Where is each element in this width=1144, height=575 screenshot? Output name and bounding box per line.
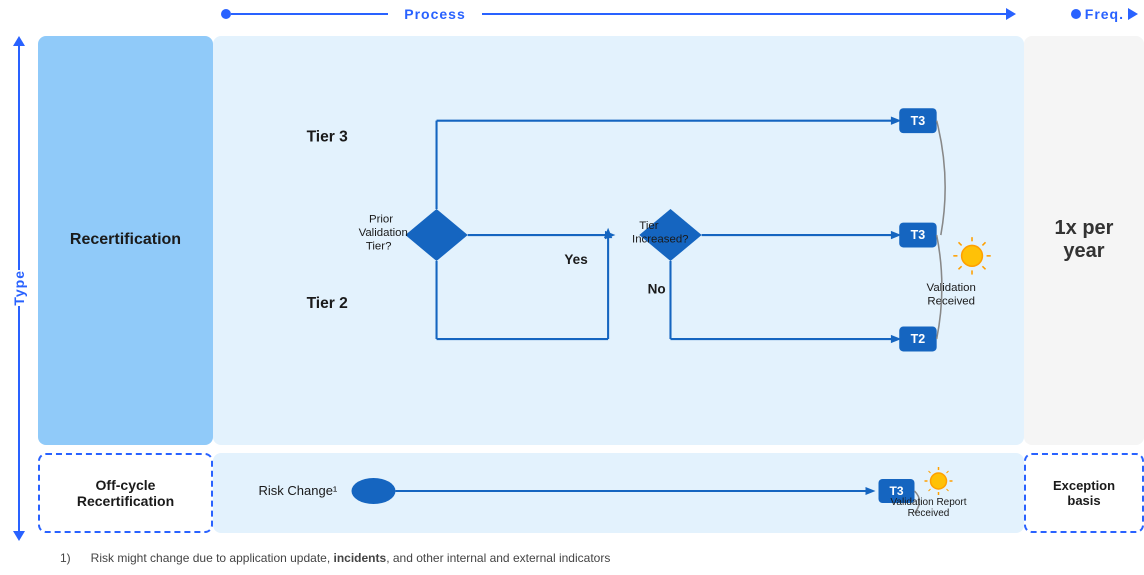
freq-col: 1x peryear Exceptionbasis <box>1024 28 1144 541</box>
vr-ray7 <box>929 489 931 491</box>
type-arrow-down <box>13 531 25 541</box>
no-label: No <box>648 281 666 296</box>
validation-report-icon <box>931 473 947 489</box>
brace-right <box>937 121 945 235</box>
type-axis: Type <box>0 28 38 541</box>
vr-ray5 <box>929 471 931 473</box>
val-report-text1: Validation Report <box>891 497 967 508</box>
freq-arrow-head <box>1128 8 1138 20</box>
validation-received-text2: Received <box>927 296 975 308</box>
arrow-offcycle <box>866 487 876 495</box>
type-arrow-up <box>13 36 25 46</box>
footer: 1) Risk might change due to application … <box>0 541 1144 575</box>
type-arrow-line <box>18 46 20 270</box>
process-label: Process <box>404 6 465 22</box>
recert-box: Recertification <box>38 36 213 445</box>
val-report-text2: Received <box>908 508 950 519</box>
prior-validation-diamond <box>405 209 467 261</box>
offcycle-label: Off-cycleRecertification <box>77 477 174 509</box>
diagram-col: Tier 3 Tier 2 Prior Validation Tier? <box>213 28 1024 541</box>
freq-label: Freq. <box>1085 6 1124 22</box>
ray6 <box>982 266 985 269</box>
flow-area: Tier 3 Tier 2 Prior Validation Tier? <box>213 36 1024 445</box>
t3-badge-mid-text: T3 <box>911 228 926 242</box>
process-axis-container: Process <box>213 6 1024 22</box>
offcycle-box: Off-cycleRecertification <box>38 453 213 533</box>
validation-received-text1: Validation <box>927 282 976 294</box>
ray5 <box>958 242 961 245</box>
tier-inc-label2: Increased? <box>632 233 689 245</box>
ray8 <box>982 242 985 245</box>
process-arrow-line-right <box>482 13 1006 15</box>
prior-val-label1: Prior <box>369 214 393 226</box>
t3-badge-top-text: T3 <box>911 114 926 128</box>
yes-label: Yes <box>564 252 587 267</box>
freq-offcycle-value: Exceptionbasis <box>1053 478 1115 508</box>
flow-svg: Tier 3 Tier 2 Prior Validation Tier? <box>213 36 1024 445</box>
offcycle-svg: Risk Change¹ T3 <box>213 453 1024 533</box>
type-label: Type <box>11 270 27 306</box>
prior-val-label3: Tier? <box>366 241 392 253</box>
tier-inc-label1: Tier <box>639 220 658 232</box>
vr-ray8 <box>947 471 949 473</box>
tier3-text: Tier 3 <box>307 128 349 145</box>
freq-dot <box>1071 9 1081 19</box>
type-arrow-line2 <box>18 306 20 530</box>
t3-badge-offcycle-text: T3 <box>889 484 903 498</box>
ray7 <box>958 266 961 269</box>
freq-main-value: 1x peryear <box>1055 217 1114 263</box>
recert-col: Recertification Off-cycleRecertification <box>38 28 213 541</box>
process-arrow-left-dot <box>221 9 231 19</box>
footer-text: Risk might change due to application upd… <box>91 551 611 565</box>
t2-badge-text: T2 <box>911 332 926 346</box>
axis-row: Process Freq. <box>0 0 1144 28</box>
process-arrow-head <box>1006 8 1016 20</box>
validation-received-icon <box>962 245 983 266</box>
freq-axis-container: Freq. <box>1024 6 1144 22</box>
freq-offcycle: Exceptionbasis <box>1024 453 1144 533</box>
footer-num: 1) <box>60 551 71 565</box>
prior-val-label2: Validation <box>359 227 408 239</box>
page-container: Process Freq. Type Recertification Off-c… <box>0 0 1144 575</box>
tier2-text: Tier 2 <box>307 295 349 312</box>
offcycle-area: Risk Change¹ T3 <box>213 453 1024 533</box>
risk-change-label: Risk Change¹ <box>259 483 338 498</box>
process-arrow-line-left <box>231 13 388 15</box>
risk-change-pill <box>352 478 396 504</box>
main-content-row: Type Recertification Off-cycleRecertific… <box>0 28 1144 541</box>
freq-main: 1x peryear <box>1024 36 1144 445</box>
vr-ray6 <box>947 489 949 491</box>
